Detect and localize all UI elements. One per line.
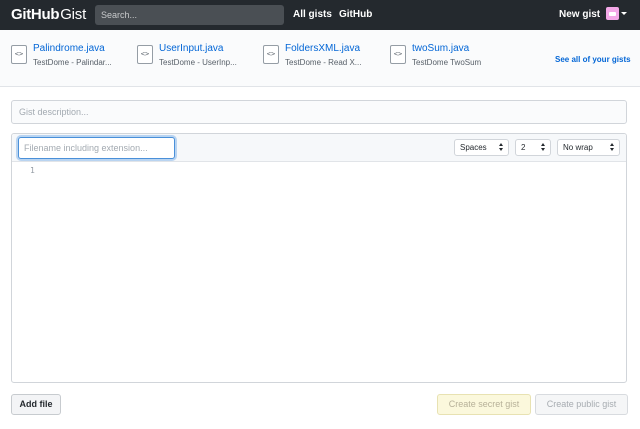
github-gist-logo[interactable]: GitHub Gist: [11, 6, 86, 24]
filename-input[interactable]: [18, 137, 175, 159]
recent-gists-bar: <> Palindrome.java TestDome - Palindar..…: [0, 30, 640, 87]
create-public-gist-button[interactable]: Create public gist: [535, 394, 628, 415]
add-file-button[interactable]: Add file: [11, 394, 61, 415]
nav-all-gists[interactable]: All gists: [293, 9, 332, 20]
indent-mode-select[interactable]: Spaces: [454, 139, 509, 156]
file-editor: Spaces 2 No wrap 1: [11, 133, 627, 383]
gist-description: TestDome - Palindar...: [33, 58, 112, 67]
wrap-mode-value: No wrap: [563, 143, 593, 152]
select-arrows-icon: [610, 143, 615, 152]
gist-description: TestDome - UserInp...: [159, 58, 237, 67]
logo-gist-text: Gist: [60, 6, 87, 23]
code-editor-area[interactable]: 1: [12, 163, 626, 382]
wrap-mode-select[interactable]: No wrap: [557, 139, 620, 156]
gist-name-link[interactable]: UserInput.java: [159, 43, 223, 54]
line-number: 1: [30, 166, 35, 175]
gist-description-input[interactable]: [11, 100, 627, 124]
create-secret-gist-button[interactable]: Create secret gist: [437, 394, 531, 415]
site-header: GitHub Gist All gists GitHub New gist: [0, 0, 640, 30]
select-arrows-icon: [541, 143, 546, 152]
search-input[interactable]: [95, 5, 284, 25]
see-all-gists-link[interactable]: See all of your gists: [555, 55, 631, 64]
indent-size-value: 2: [521, 143, 526, 152]
editor-toolbar: Spaces 2 No wrap: [12, 134, 626, 162]
code-file-icon: <>: [390, 45, 406, 64]
new-gist-link[interactable]: New gist: [559, 9, 600, 20]
gist-name-link[interactable]: FoldersXML.java: [285, 43, 360, 54]
code-file-icon: <>: [11, 45, 27, 64]
gist-name-link[interactable]: twoSum.java: [412, 43, 469, 54]
avatar[interactable]: [606, 7, 619, 20]
logo-github-text: GitHub: [11, 6, 60, 23]
gist-description: TestDome - Read X...: [285, 58, 362, 67]
select-arrows-icon: [499, 143, 504, 152]
code-file-icon: <>: [263, 45, 279, 64]
indent-mode-value: Spaces: [460, 143, 487, 152]
gist-description: TestDome TwoSum: [412, 58, 482, 67]
gist-name-link[interactable]: Palindrome.java: [33, 43, 105, 54]
indent-size-select[interactable]: 2: [515, 139, 551, 156]
code-file-icon: <>: [137, 45, 153, 64]
caret-down-icon[interactable]: [621, 12, 627, 15]
nav-github[interactable]: GitHub: [339, 9, 372, 20]
